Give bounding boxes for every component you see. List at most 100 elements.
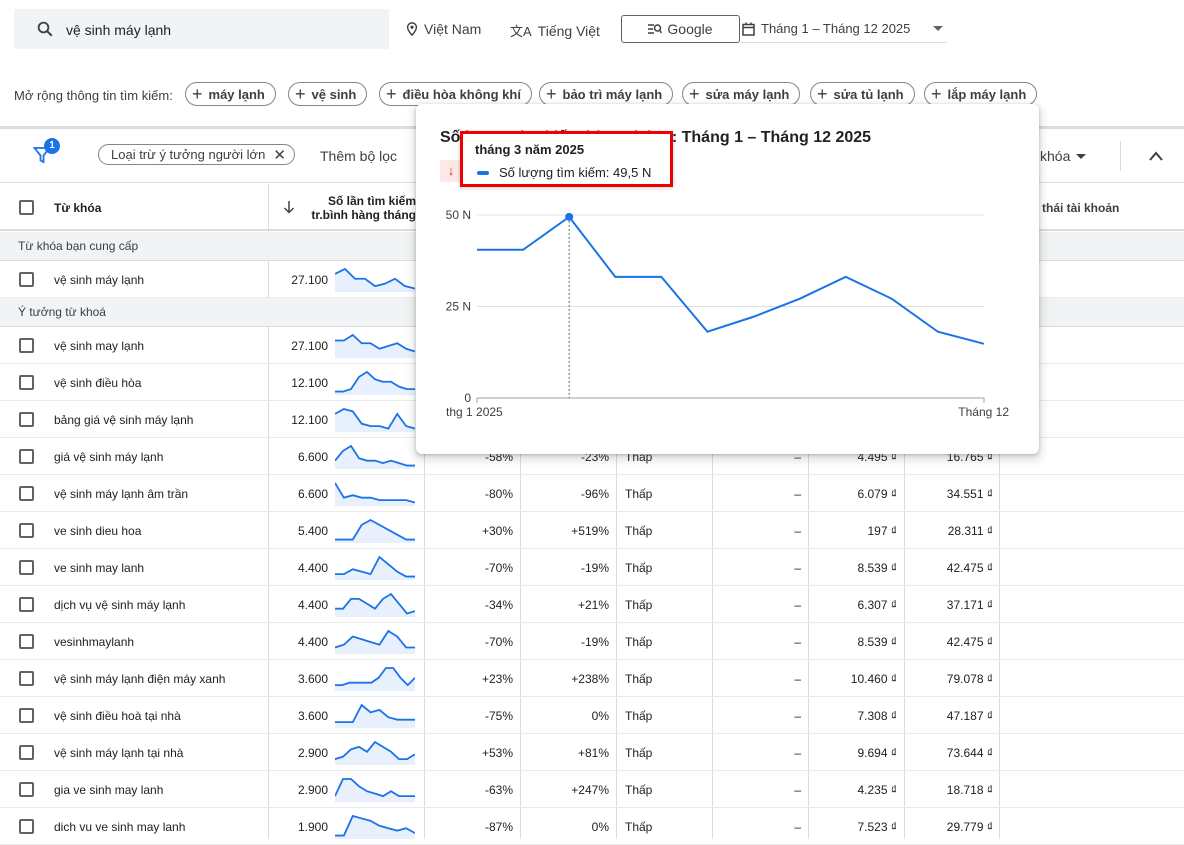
expand-chip[interactable]: + sửa tủ lạnh [810, 82, 915, 106]
expand-chip[interactable]: + sửa máy lạnh [682, 82, 801, 106]
keyword-cell[interactable]: vesinhmaylanh [54, 635, 134, 649]
select-all-checkbox[interactable] [19, 200, 34, 215]
keyword-cell[interactable]: gia ve sinh may lanh [54, 783, 163, 797]
header-account-status[interactable]: thái tài khoản [1042, 201, 1119, 215]
bid-high-cell: 37.171 ₫ [946, 598, 993, 612]
avg-searches-cell: 2.900 [297, 783, 328, 797]
row-checkbox[interactable] [19, 671, 34, 686]
bid-high-cell: 42.475 ₫ [946, 561, 993, 575]
expand-chip[interactable]: + điều hòa không khí [379, 82, 532, 106]
sparkline-area [335, 372, 415, 395]
avg-searches-cell: 12.100 [291, 413, 328, 427]
sparkline-cell[interactable] [334, 406, 416, 437]
expand-chip[interactable]: + lắp máy lạnh [924, 82, 1038, 106]
keyword-cell[interactable]: vệ sinh điều hoà tại nhà [54, 709, 181, 723]
row-checkbox[interactable] [19, 338, 34, 353]
avg-searches-cell: 1.900 [297, 820, 328, 834]
keyword-cell[interactable]: vệ sinh máy lạnh tại nhà [54, 746, 183, 760]
sparkline-area [335, 779, 415, 802]
y-tick-label: 25 N [446, 300, 471, 314]
location-label: Việt Nam [424, 21, 482, 37]
sparkline-cell[interactable] [334, 443, 415, 474]
sparkline-cell[interactable] [335, 369, 415, 400]
sparkline-cell[interactable] [334, 628, 415, 659]
add-filter-button[interactable]: Thêm bộ lọc [320, 148, 397, 164]
sparkline-cell[interactable] [334, 480, 416, 511]
row-checkbox[interactable] [19, 597, 34, 612]
keyword-cell[interactable]: vệ sinh máy lạnh điện máy xanh [54, 672, 225, 686]
sparkline-cell[interactable] [335, 332, 416, 363]
plus-icon: + [817, 84, 828, 104]
date-range-selector[interactable]: Tháng 1 – Tháng 12 2025 [740, 15, 947, 43]
sparkline-cell[interactable] [335, 665, 416, 696]
row-checkbox[interactable] [19, 412, 34, 427]
trend-sparkline [334, 482, 416, 506]
row-checkbox[interactable] [19, 486, 34, 501]
language-selector[interactable]: 文A Tiếng Việt [510, 21, 600, 40]
sparkline-cell[interactable] [335, 517, 415, 548]
column-selector[interactable]: khóa [1040, 148, 1087, 164]
chip-label: máy lạnh [208, 86, 265, 102]
keyword-cell[interactable]: vệ sinh may lạnh [54, 339, 144, 353]
search-input[interactable]: vệ sinh máy lạnh [66, 22, 171, 38]
row-checkbox[interactable] [19, 708, 34, 723]
sparkline-cell[interactable] [334, 776, 415, 807]
filter-chip[interactable]: Loại trừ ý tưởng người lớn ✕ [98, 144, 295, 165]
chip-label: điều hòa không khí [402, 86, 521, 102]
bid-high-cell: 47.187 ₫ [946, 709, 993, 723]
row-checkbox[interactable] [19, 819, 34, 834]
keyword-cell[interactable]: vệ sinh điều hòa [54, 376, 141, 390]
trend-sparkline [335, 703, 415, 728]
keyword-cell[interactable]: ve sinh dieu hoa [54, 524, 141, 538]
sparkline-cell[interactable] [335, 702, 415, 733]
three-month-change-cell: -70% [484, 561, 513, 575]
search-box[interactable]: vệ sinh máy lạnh [14, 9, 389, 49]
row-checkbox[interactable] [19, 634, 34, 649]
chip-label: lắp máy lạnh [947, 86, 1027, 102]
network-button[interactable]: Google [621, 15, 740, 43]
competition-cell: Thấp [625, 487, 653, 501]
avg-searches-cell: 3.600 [297, 709, 328, 723]
sparkline-cell[interactable] [334, 739, 416, 770]
header-avg-monthly-searches[interactable]: Số lần tìm kiếm tr.bình hàng tháng [300, 194, 416, 222]
keyword-cell[interactable]: vệ sinh máy lạnh [54, 273, 144, 287]
yoy-change-cell: -19% [580, 561, 609, 575]
calendar-icon [742, 22, 755, 36]
sparkline-cell[interactable] [335, 813, 416, 844]
expand-chip[interactable]: + máy lạnh [185, 82, 276, 106]
keyword-cell[interactable]: dịch vụ vệ sinh máy lạnh [54, 598, 185, 612]
expand-chip[interactable]: + bảo trì máy lạnh [539, 82, 674, 106]
three-month-change-cell: -34% [484, 598, 513, 612]
competition-cell: Thấp [625, 709, 653, 723]
sparkline-cell[interactable] [335, 554, 415, 585]
row-checkbox[interactable] [19, 560, 34, 575]
sparkline-cell[interactable] [335, 591, 416, 622]
y-tick-label: 50 N [446, 208, 471, 222]
header-keyword[interactable]: Từ khóa [54, 201, 101, 215]
bid-high-cell: 18.718 ₫ [946, 783, 993, 797]
row-checkbox[interactable] [19, 745, 34, 760]
close-icon[interactable]: ✕ [273, 146, 286, 164]
keyword-cell[interactable]: vệ sinh máy lạnh âm trần [54, 487, 188, 501]
row-checkbox[interactable] [19, 272, 34, 287]
sparkline-cell[interactable] [334, 266, 416, 297]
sort-arrow-down-icon[interactable] [283, 200, 295, 214]
language-label: Tiếng Việt [537, 22, 600, 39]
expand-chip[interactable]: + vệ sinh [288, 82, 368, 106]
row-checkbox[interactable] [19, 375, 34, 390]
yoy-change-cell: +21% [577, 598, 609, 612]
keyword-cell[interactable]: dich vu ve sinh may lanh [54, 820, 185, 834]
row-checkbox[interactable] [19, 523, 34, 538]
trend-sparkline [334, 408, 416, 432]
impression-share-cell: – [794, 672, 801, 686]
keyword-cell[interactable]: bảng giá vệ sinh máy lạnh [54, 413, 193, 427]
row-checkbox[interactable] [19, 449, 34, 464]
chevron-up-icon[interactable] [1148, 150, 1164, 162]
search-icon [37, 21, 53, 37]
trend-sparkline [334, 778, 415, 802]
keyword-cell[interactable]: giá vệ sinh máy lạnh [54, 450, 163, 464]
keyword-cell[interactable]: ve sinh may lanh [54, 561, 144, 575]
three-month-change-cell: -70% [484, 635, 513, 649]
location-selector[interactable]: Việt Nam [406, 21, 481, 37]
row-checkbox[interactable] [19, 782, 34, 797]
